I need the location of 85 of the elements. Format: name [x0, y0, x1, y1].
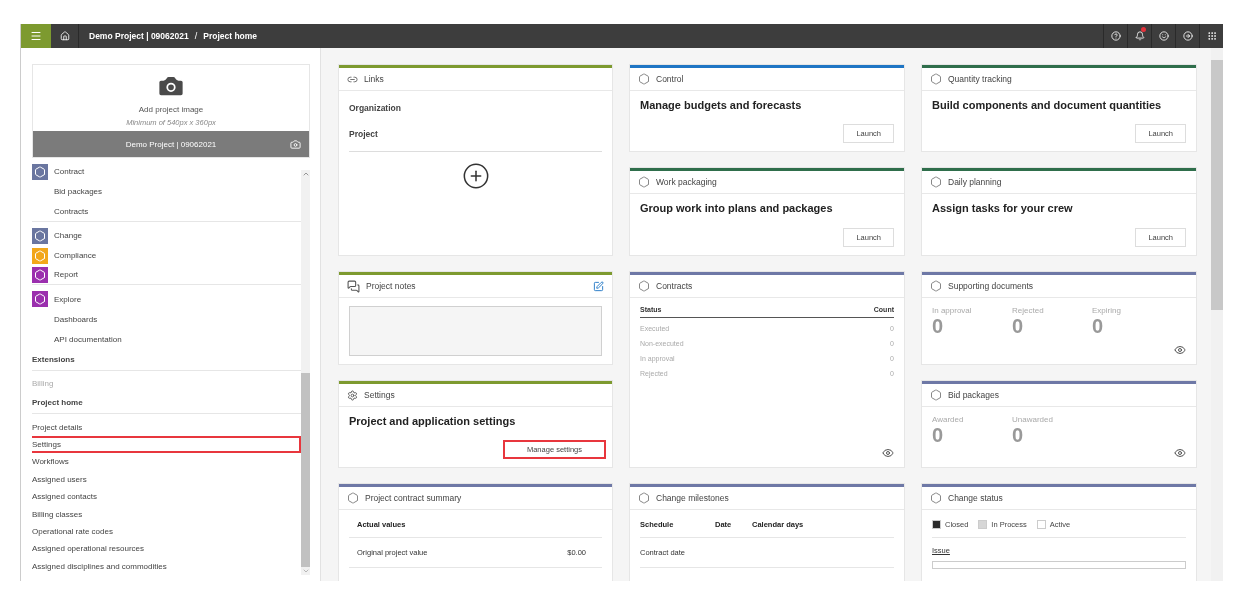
hexagon-icon [930, 389, 942, 401]
add-image-label: Add project image [138, 105, 204, 114]
nav-item[interactable]: Bid packages [32, 181, 301, 202]
notes-field[interactable] [349, 306, 602, 356]
stat-label: Rejected [1012, 306, 1045, 315]
nav-item[interactable]: Project details [32, 418, 301, 436]
hexagon-icon [638, 492, 650, 504]
hexagon-icon [930, 176, 942, 188]
link-label: Organization [349, 103, 402, 113]
card-title: Work packaging [656, 177, 717, 187]
help-icon [1110, 31, 1121, 41]
card-heading: Project and application settings [349, 415, 517, 427]
hexagon-icon [930, 492, 942, 504]
view-button[interactable] [1174, 447, 1186, 459]
stat-label: Expiring [1092, 306, 1122, 315]
edit-icon[interactable] [593, 280, 604, 292]
breadcrumb-separator: / [194, 31, 198, 41]
stat-value: 0 [932, 424, 945, 447]
nav-item[interactable]: Dashboards [32, 309, 301, 330]
project-name: Demo Project | 09062021 [125, 139, 217, 149]
hexagon-icon [930, 280, 942, 292]
card-heading: Assign tasks for your crew [932, 202, 1074, 214]
nav-item[interactable]: Compliance [32, 245, 301, 266]
chat-icon [347, 279, 360, 293]
card-title: Project notes [366, 281, 416, 291]
card-title: Daily planning [948, 177, 1002, 187]
scroll-up-icon[interactable] [301, 170, 310, 178]
home-icon [59, 31, 70, 41]
stat-value: 0 [932, 315, 945, 338]
nav-item[interactable]: Assigned users [32, 470, 301, 488]
card-title: Project contract summary [365, 493, 462, 503]
card-title: Settings [364, 390, 395, 400]
nav-item[interactable]: API documentation [32, 329, 301, 350]
nav-item[interactable]: Change [32, 225, 301, 246]
card-title: Supporting documents [948, 281, 1034, 291]
nav-item[interactable]: Operational rate codes [32, 522, 301, 541]
card-title: Change status [948, 493, 1003, 503]
card-title: Bid packages [948, 390, 1000, 400]
nav-item[interactable]: Project home [32, 392, 301, 415]
breadcrumb-link[interactable]: Demo Project | 09062021 [89, 31, 189, 41]
nav-item[interactable]: Contract [32, 162, 301, 182]
link-label: Project [349, 129, 379, 139]
hexagon-icon [930, 73, 942, 85]
card-title: Control [656, 74, 684, 84]
hexagon-icon [347, 492, 359, 504]
hexagon-icon [638, 176, 650, 188]
bell-icon [1134, 31, 1145, 41]
card-title: Contracts [656, 281, 693, 291]
card-heading: Build components and document quantities [932, 99, 1163, 111]
nav-item[interactable]: Billing classes [32, 505, 301, 523]
nav-item[interactable]: Assigned operational resources [32, 540, 301, 558]
nav-item[interactable]: Settings [32, 435, 301, 454]
hexagon-icon [638, 73, 650, 85]
nav-item[interactable]: Report [32, 265, 301, 286]
card-heading: Group work into plans and packages [640, 202, 834, 214]
nav-item[interactable]: Workflows [32, 453, 301, 471]
menu-button[interactable] [21, 24, 51, 48]
stat-label: Awarded [932, 415, 965, 424]
camera-icon[interactable] [290, 138, 301, 150]
settings-icon [347, 389, 358, 401]
menu-icon [30, 30, 42, 42]
scrollbar[interactable] [301, 170, 310, 575]
nav-item[interactable]: Assigned disciplines and commodities [32, 557, 301, 575]
card-title: Change milestones [656, 493, 729, 503]
smiley-icon [1158, 31, 1169, 41]
nav-item[interactable]: Extensions [32, 349, 301, 372]
breadcrumb-link[interactable]: Project home [203, 31, 258, 41]
stat-label: Unawarded [1012, 415, 1054, 424]
view-button[interactable] [1174, 344, 1186, 356]
stat-value: 0 [1092, 315, 1105, 338]
add-link-button[interactable] [461, 162, 490, 190]
view-button[interactable] [882, 447, 894, 459]
arrow-circle-icon [1182, 31, 1193, 41]
stat-value: 0 [1012, 424, 1025, 447]
hexagon-icon [638, 280, 650, 292]
stat-value: 0 [1012, 315, 1025, 338]
scrollbar[interactable] [1211, 48, 1223, 581]
nav-item[interactable]: Assigned contacts [32, 487, 301, 506]
card-title: Links [364, 74, 384, 84]
nav-item[interactable]: Explore [32, 289, 301, 310]
card-heading: Manage budgets and forecasts [640, 99, 803, 111]
card-title: Quantity tracking [948, 74, 1012, 84]
grid-icon [1206, 31, 1217, 41]
stat-label: In approval [932, 306, 973, 315]
nav-item[interactable]: Contracts [32, 201, 301, 222]
